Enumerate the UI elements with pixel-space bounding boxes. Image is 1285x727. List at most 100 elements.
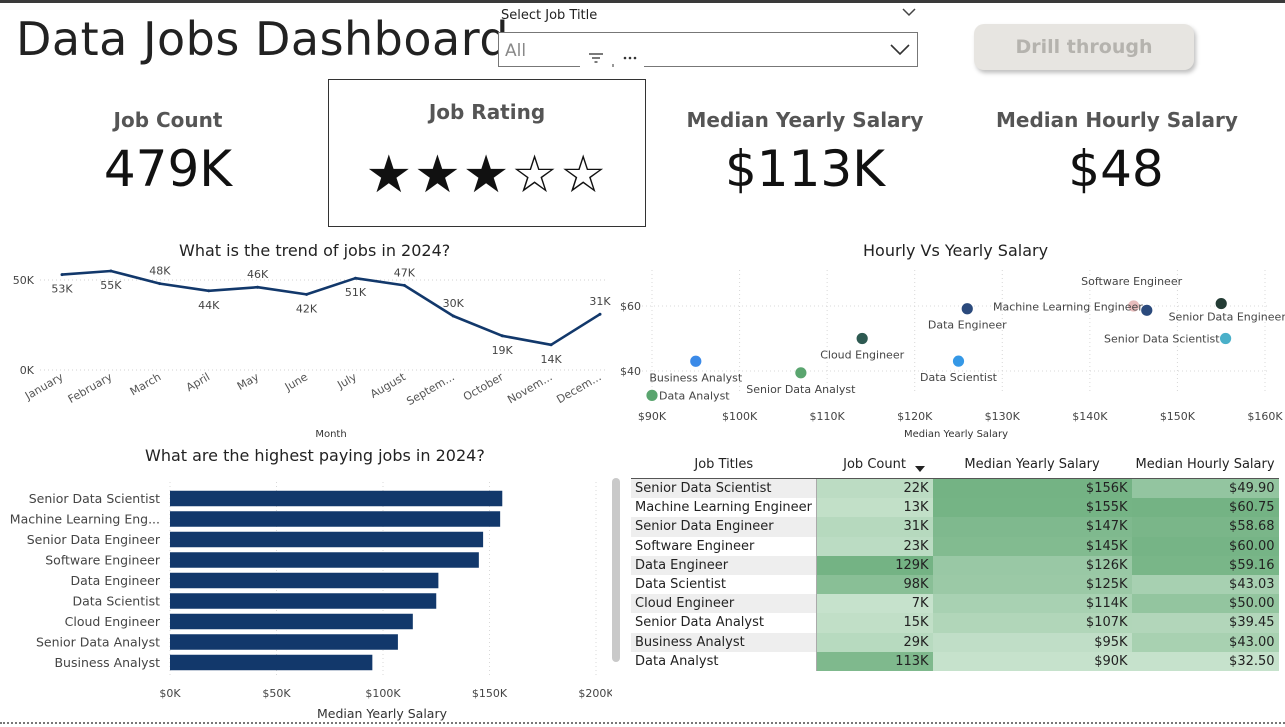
x-tick-label: March (128, 370, 164, 398)
x-tick-label: April (184, 370, 212, 394)
x-tick-label: $150K (472, 687, 508, 700)
bar[interactable] (170, 511, 501, 527)
line-point (549, 343, 553, 347)
scatter-point[interactable] (794, 366, 808, 380)
median-yearly-cell: $147K (932, 517, 1132, 537)
scatter-point[interactable] (952, 354, 965, 368)
column-header-median-hourly[interactable]: Median Hourly Salary (1131, 450, 1279, 479)
table-row[interactable]: Machine Learning Engineer 13K $155K $60.75 (631, 498, 1279, 518)
median-hourly-cell: $39.45 (1131, 613, 1279, 633)
kpi-label: Median Hourly Salary (996, 108, 1238, 132)
bar[interactable] (170, 593, 437, 609)
table-row[interactable]: Senior Data Engineer 31K $147K $58.68 (631, 517, 1279, 537)
table-row[interactable]: Data Engineer 129K $126K $59.16 (631, 555, 1279, 575)
table-row[interactable]: Business Analyst 29K $95K $43.00 (631, 632, 1279, 652)
top-border (0, 0, 1285, 3)
line-point (402, 283, 406, 287)
x-tick-label: May (235, 370, 262, 393)
bar-chart-title: What are the highest paying jobs in 2024… (145, 446, 485, 465)
job-count-cell: 7K (816, 594, 933, 614)
data-label: 46K (247, 268, 269, 281)
bar[interactable] (170, 490, 503, 507)
bar[interactable] (170, 654, 373, 671)
job-title-cell: Software Engineer (631, 536, 818, 556)
kpi-label: Job Rating (428, 100, 546, 124)
data-label: 47K (394, 266, 416, 279)
scatter-point[interactable] (645, 388, 659, 402)
table-row[interactable]: Senior Data Analyst 15K $107K $39.45 (631, 613, 1279, 633)
column-header-median-yearly[interactable]: Median Yearly Salary (932, 450, 1132, 479)
median-hourly-cell: $50.00 (1131, 594, 1279, 614)
column-header-job-count[interactable]: Job Count (816, 450, 933, 479)
job-title-cell: Machine Learning Engineer (631, 498, 818, 518)
median-hourly-cell: $49.90 (1131, 478, 1279, 499)
median-yearly-cell: $155K (932, 498, 1132, 518)
jobs-trend-line-chart: 0K 50K 53K 55K 48K 44K 46K 42K 51K 47K 30K 19K 14K 31… (13, 265, 612, 440)
job-title-dropdown[interactable]: All (498, 32, 918, 67)
table-row[interactable]: Software Engineer 23K $145K $60.00 (631, 536, 1279, 556)
job-count-cell: 13K (816, 498, 933, 518)
table-row[interactable]: Cloud Engineer 7K $114K $50.00 (631, 594, 1279, 614)
trend-line (61, 269, 601, 347)
kpi-job-rating: Job Rating ★★★☆☆ (328, 79, 646, 227)
x-tick-label: $120K (897, 410, 933, 423)
page-title: Data Jobs Dashboard (16, 12, 510, 66)
highest-paying-bar-chart: $0K $50K $100K $150K $200K Senior Data Scient… (10, 482, 612, 721)
scatter-point[interactable] (960, 302, 974, 316)
scatter-point[interactable] (1214, 297, 1228, 310)
more-options-icon[interactable] (622, 51, 638, 69)
bar[interactable] (170, 531, 484, 548)
median-yearly-cell: $156K (932, 478, 1132, 499)
median-yearly-cell: $95K (932, 632, 1132, 652)
slicer-label: Select Job Title (501, 8, 598, 23)
median-hourly-cell: $59.16 (1131, 555, 1279, 575)
job-matrix-table: Job Titles Job Count Median Yearly Salar… (631, 450, 1279, 671)
filter-icon[interactable] (588, 52, 604, 70)
table-row[interactable]: Data Scientist 98K $125K $43.03 (631, 574, 1279, 595)
chevron-up-icon[interactable] (902, 6, 916, 21)
x-tick-label: $140K (1072, 410, 1108, 423)
x-tick-label: $100K (722, 410, 758, 423)
bar[interactable] (170, 552, 479, 568)
kpi-median-hourly: Median Hourly Salary $48 (996, 108, 1238, 198)
x-axis-title: Median Yearly Salary (317, 706, 448, 721)
column-header-job-titles[interactable]: Job Titles (631, 450, 817, 479)
data-label: 55K (100, 279, 122, 292)
scatter-chart-title: Hourly Vs Yearly Salary (863, 241, 1049, 260)
x-tick-label: $160K (1247, 410, 1283, 423)
vertical-scrollbar[interactable] (612, 478, 620, 662)
median-hourly-cell: $60.00 (1131, 536, 1279, 556)
drill-through-button[interactable]: Drill through (974, 24, 1194, 70)
bar-category-label: Business Analyst (54, 655, 160, 670)
line-point (598, 312, 602, 316)
scatter-point[interactable] (689, 354, 703, 368)
sort-descending-icon[interactable] (914, 466, 925, 472)
x-tick-label: $90K (638, 410, 667, 423)
x-tick-label: August (368, 370, 408, 401)
table-row[interactable]: Data Analyst 113K $90K $32.50 (631, 651, 1279, 671)
table-row[interactable]: Senior Data Scientist 22K $156K $49.90 (631, 478, 1279, 499)
star-rating: ★★★☆☆ (365, 145, 609, 205)
bar-category-label: Senior Data Analyst (36, 635, 160, 650)
bar[interactable] (170, 572, 439, 589)
x-tick-label: $200K (578, 687, 612, 700)
median-yearly-cell: $126K (932, 555, 1132, 575)
x-tick-label: $50K (262, 687, 291, 700)
scatter-point[interactable] (855, 332, 869, 345)
point-label: Senior Data Engineer (1169, 311, 1285, 324)
column-header-label: Job Count (843, 456, 906, 472)
chevron-down-icon[interactable] (889, 38, 911, 64)
job-count-cell: 29K (816, 632, 933, 652)
scatter-point[interactable] (1219, 332, 1232, 345)
median-yearly-cell: $114K (932, 594, 1132, 614)
median-hourly-cell: $58.68 (1131, 517, 1279, 537)
bar[interactable] (170, 634, 398, 650)
data-label: 48K (149, 265, 171, 278)
median-yearly-cell: $145K (932, 536, 1132, 556)
job-title-cell: Senior Data Engineer (631, 517, 818, 537)
median-hourly-cell: $43.00 (1131, 632, 1279, 652)
median-hourly-cell: $32.50 (1131, 651, 1279, 671)
line-chart-title: What is the trend of jobs in 2024? (179, 241, 451, 260)
bar[interactable] (170, 613, 413, 630)
x-tick-label: $110K (810, 410, 846, 423)
